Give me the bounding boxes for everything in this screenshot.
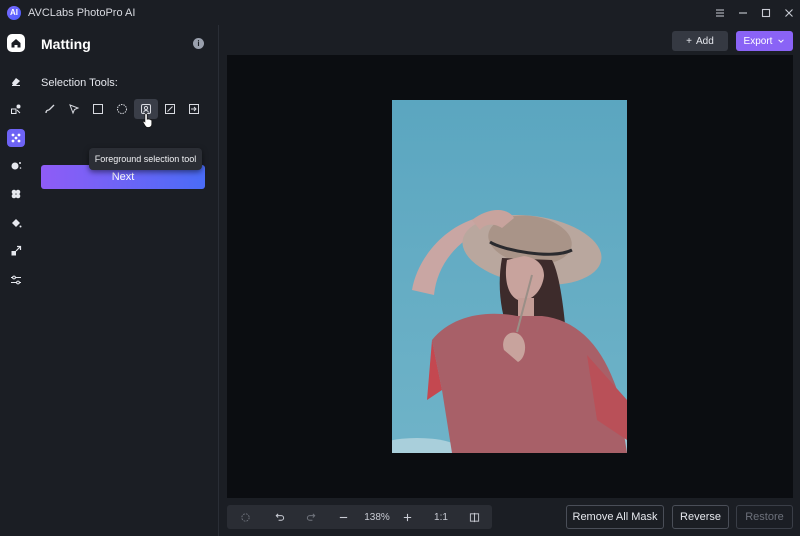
panel-title: Matting: [41, 36, 91, 52]
app-title: AVCLabs PhotoPro AI: [28, 6, 136, 19]
adjust-icon[interactable]: [7, 271, 25, 289]
upscale-icon[interactable]: [7, 242, 25, 260]
maximize-icon[interactable]: [754, 0, 777, 25]
compare-icon[interactable]: [462, 505, 486, 529]
left-rail: [0, 25, 32, 536]
top-toolbar: + Add Export: [220, 25, 800, 55]
menu-icon[interactable]: [708, 0, 731, 25]
export-button[interactable]: Export: [736, 31, 793, 51]
title-bar: AI AVCLabs PhotoPro AI: [0, 0, 800, 25]
info-icon[interactable]: i: [193, 38, 204, 49]
matting-panel: Matting i Selection Tools: Next Foregrou…: [32, 25, 219, 536]
brush-tool-icon[interactable]: [38, 99, 62, 119]
tooltip: Foreground selection tool: [89, 148, 202, 170]
bottom-toolbar: 138% 1:1 Remove All Mask Reverse Restore: [220, 498, 800, 536]
chevron-down-icon: [778, 39, 785, 43]
eraser-icon[interactable]: [7, 72, 25, 90]
selection-tools: [38, 99, 206, 119]
app-logo-icon: AI: [7, 5, 21, 20]
add-button-label: Add: [696, 35, 714, 47]
fill-icon[interactable]: [7, 214, 25, 232]
minimize-icon[interactable]: [731, 0, 754, 25]
restore-button[interactable]: Restore: [736, 505, 793, 529]
undo-icon[interactable]: [263, 505, 295, 529]
reset-view-icon[interactable]: [227, 505, 263, 529]
remove-all-mask-button[interactable]: Remove All Mask: [566, 505, 664, 529]
hand-cursor-icon: [142, 113, 153, 128]
exit-tool-icon[interactable]: [182, 99, 206, 119]
view-controls: 138% 1:1: [227, 505, 492, 529]
photo: [392, 100, 627, 453]
window-controls: [708, 0, 800, 25]
zoom-out-icon[interactable]: [327, 505, 360, 529]
export-button-label: Export: [743, 35, 773, 47]
selection-tools-label: Selection Tools:: [41, 77, 118, 89]
add-button[interactable]: + Add: [672, 31, 728, 51]
rectangle-tool-icon[interactable]: [86, 99, 110, 119]
zoom-level: 138%: [364, 511, 390, 523]
close-icon[interactable]: [777, 0, 800, 25]
redo-icon[interactable]: [295, 505, 327, 529]
lasso-tool-icon[interactable]: [62, 99, 86, 119]
object-removal-icon[interactable]: [7, 157, 25, 175]
plus-icon: +: [686, 35, 693, 47]
reverse-button[interactable]: Reverse: [672, 505, 729, 529]
matting-icon[interactable]: [7, 129, 25, 147]
woman-with-hat-photo: [392, 100, 627, 453]
zoom-in-icon[interactable]: [394, 505, 420, 529]
ellipse-tool-icon[interactable]: [110, 99, 134, 119]
colorize-icon[interactable]: [7, 185, 25, 203]
home-icon[interactable]: [7, 34, 25, 52]
edit-tool-icon[interactable]: [158, 99, 182, 119]
actual-size-button[interactable]: 1:1: [420, 505, 462, 529]
image-canvas[interactable]: [227, 55, 793, 498]
enhance-icon[interactable]: [7, 100, 25, 118]
app-logo-text: AI: [10, 8, 18, 17]
